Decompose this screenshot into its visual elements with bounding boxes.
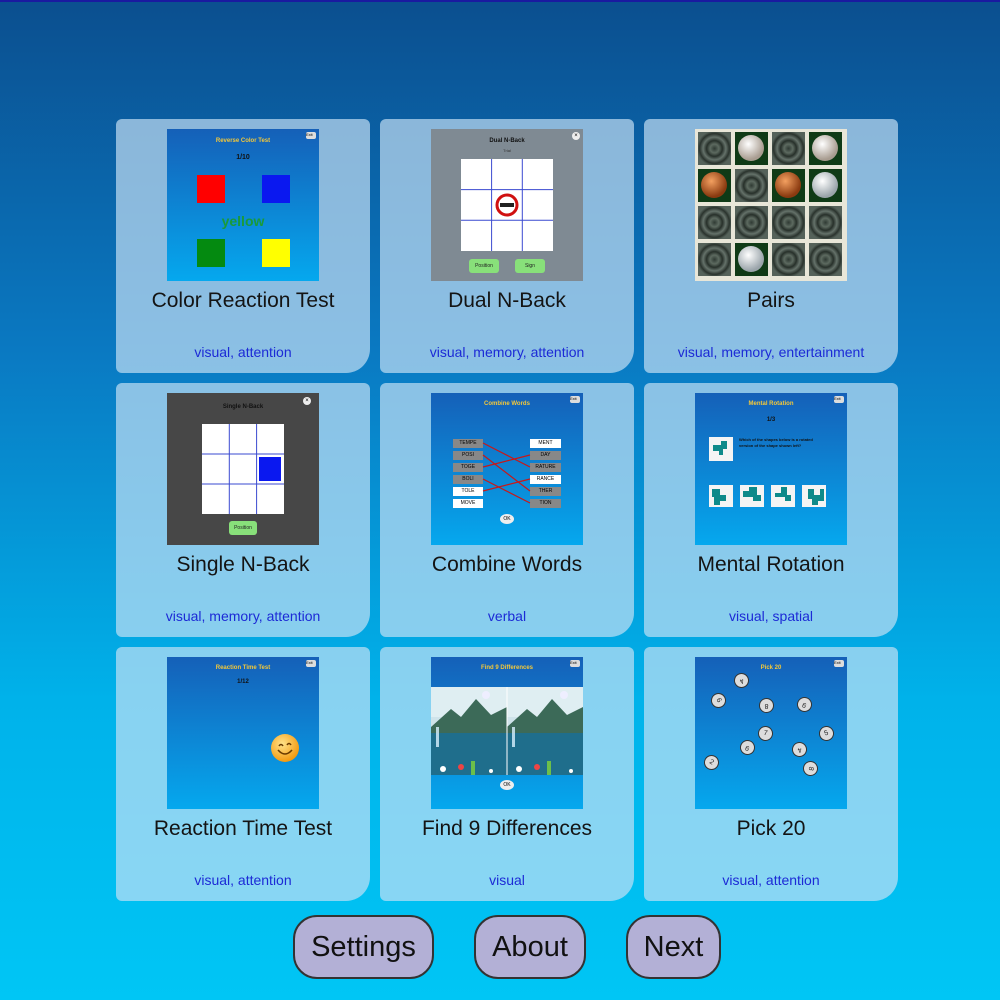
- thumb-ok-button: OK: [500, 780, 514, 790]
- game-card-mental-rotation[interactable]: Exit Mental Rotation 1/3 Which of the sh…: [644, 383, 898, 637]
- color-word: yellow: [221, 213, 265, 229]
- number-bubble: 2: [701, 752, 722, 773]
- position-button: Position: [229, 521, 257, 535]
- number-bubble: 7: [756, 724, 775, 743]
- game-tags: visual, memory, attention: [165, 608, 321, 624]
- game-card-reaction-time-test[interactable]: Exit Reaction Time Test 1/12 Reaction Ti…: [116, 647, 370, 901]
- game-title: Mental Rotation: [697, 553, 845, 576]
- game-tags: visual, spatial: [728, 608, 814, 624]
- color-reaction-thumbnail: Exit Reverse Color Test 1/10 yellow: [167, 129, 319, 281]
- number-bubble: 9: [737, 737, 758, 758]
- number-bubble: 9: [794, 694, 815, 715]
- combine-words-thumbnail: Exit Combine Words TEMPE POSI TOGE BOLI …: [431, 393, 583, 545]
- game-card-single-n-back[interactable]: × Single N-Back Position Single N-Back v…: [116, 383, 370, 637]
- game-title: Combine Words: [431, 553, 583, 576]
- thumb-title: Pick 20: [760, 665, 782, 671]
- position-button: Position: [469, 259, 499, 273]
- dual-n-back-thumbnail: × Dual N-Back Trial Position Sign: [431, 129, 583, 281]
- number-bubble: 5: [816, 723, 837, 744]
- thumb-title: Single N-Back: [222, 404, 264, 410]
- game-tags: visual, attention: [722, 872, 820, 888]
- reaction-time-thumbnail: Exit Reaction Time Test 1/12: [167, 657, 319, 809]
- difference-scene-image: [431, 687, 583, 775]
- find-differences-thumbnail: Exit Find 9 Differences OK: [431, 657, 583, 809]
- pairs-thumbnail: [695, 129, 847, 281]
- single-n-back-thumbnail: × Single N-Back Position: [167, 393, 319, 545]
- sign-button: Sign: [515, 259, 545, 273]
- about-button[interactable]: About: [474, 915, 586, 979]
- game-card-pairs[interactable]: Pairs visual, memory, entertainment: [644, 119, 898, 373]
- game-card-color-reaction-test[interactable]: Exit Reverse Color Test 1/10 yellow Colo…: [116, 119, 370, 373]
- thumb-subtitle: Trial: [503, 148, 511, 153]
- mental-rotation-thumbnail: Exit Mental Rotation 1/3 Which of the sh…: [695, 393, 847, 545]
- game-title: Color Reaction Test: [151, 289, 335, 312]
- red-square: [197, 175, 225, 203]
- shape-glyphs: [712, 441, 824, 505]
- nback-grid: [461, 159, 553, 251]
- game-tags: visual, attention: [194, 872, 292, 888]
- game-card-combine-words[interactable]: Exit Combine Words TEMPE POSI TOGE BOLI …: [380, 383, 634, 637]
- thumb-counter: 1/10: [236, 154, 250, 161]
- nback-grid: [202, 424, 284, 514]
- game-title: Dual N-Back: [448, 289, 566, 312]
- game-grid: Exit Reverse Color Test 1/10 yellow Colo…: [116, 119, 898, 901]
- pick-20-thumbnail: Exit Pick 20 4 6 8 9 7 9 5 2 8 4: [695, 657, 847, 809]
- game-tags: visual, memory, entertainment: [677, 344, 865, 360]
- game-title: Single N-Back: [176, 553, 310, 576]
- number-bubble: 4: [731, 670, 752, 691]
- thumb-title: Find 9 Differences: [480, 665, 533, 671]
- game-title: Find 9 Differences: [421, 817, 593, 840]
- game-title: Pairs: [747, 289, 795, 312]
- smiley-icon: [271, 734, 299, 762]
- number-bubble: 4: [789, 739, 810, 760]
- number-bubble: 8: [801, 759, 820, 778]
- settings-button[interactable]: Settings: [293, 915, 434, 979]
- thumb-title: Reverse Color Test: [215, 138, 271, 144]
- pairs-tile-grid: [696, 130, 844, 278]
- game-tags: visual: [489, 872, 525, 888]
- game-tags: visual, attention: [194, 344, 292, 360]
- game-title: Pick 20: [736, 817, 806, 840]
- number-bubble: 8: [759, 698, 774, 713]
- thumb-title: Dual N-Back: [489, 138, 525, 144]
- game-card-dual-n-back[interactable]: × Dual N-Back Trial Position Sign Dual N…: [380, 119, 634, 373]
- game-tags: visual, memory, attention: [429, 344, 585, 360]
- green-square: [197, 239, 225, 267]
- number-bubble: 6: [708, 690, 729, 711]
- game-card-pick-20[interactable]: Exit Pick 20 4 6 8 9 7 9 5 2 8 4 Pick 20…: [644, 647, 898, 901]
- thumb-counter: 1/12: [237, 679, 249, 685]
- blue-square: [262, 175, 290, 203]
- yellow-square: [262, 239, 290, 267]
- game-title: Reaction Time Test: [153, 817, 333, 840]
- next-button[interactable]: Next: [626, 915, 721, 979]
- thumb-title: Reaction Time Test: [215, 665, 271, 671]
- thumb-ok-button: OK: [500, 514, 514, 524]
- game-tags: verbal: [487, 608, 527, 624]
- game-card-find-9-differences[interactable]: Exit Find 9 Differences OK Find 9 Differ…: [380, 647, 634, 901]
